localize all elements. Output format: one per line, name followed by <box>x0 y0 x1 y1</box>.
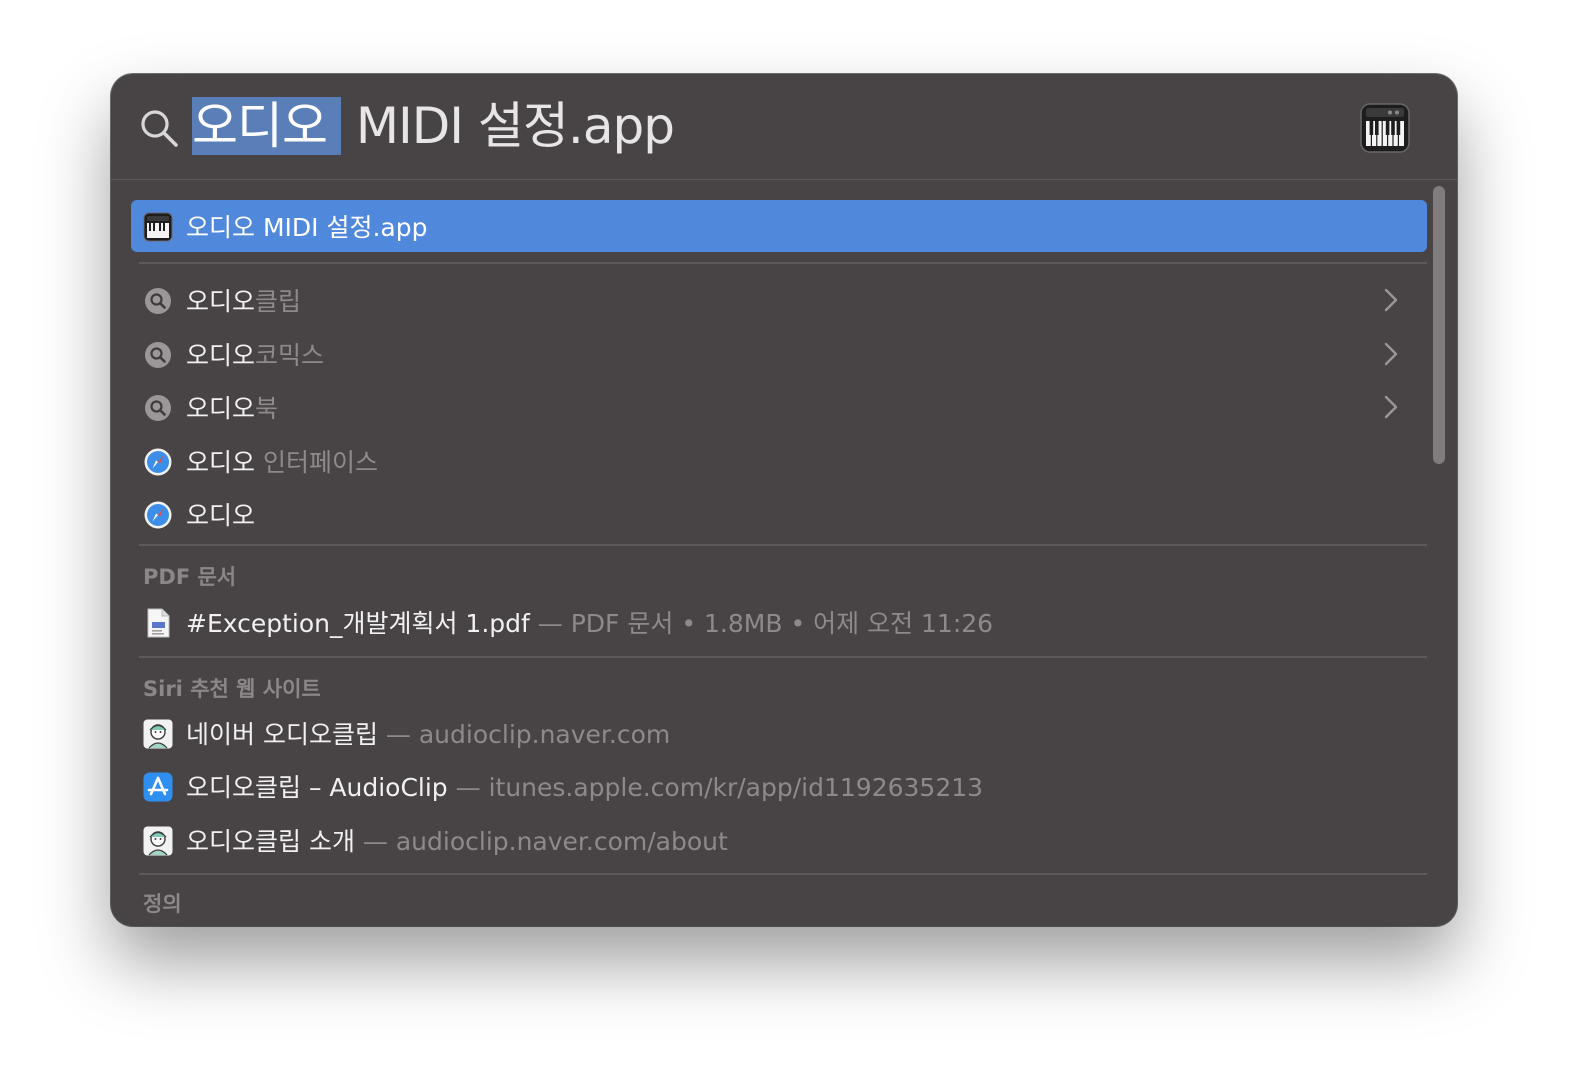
search-icon <box>141 110 178 147</box>
search-suggestion-icon <box>145 395 171 421</box>
safari-icon <box>144 448 172 476</box>
section-title-pdf: PDF 문서 <box>143 565 237 589</box>
suggestion-typed: 오디오 <box>186 341 256 370</box>
top-hit-row[interactable]: 오디오 MIDI 설정.app <box>131 200 1427 252</box>
suggestion-completion: 코믹스 <box>255 341 325 370</box>
divider <box>139 873 1427 875</box>
suggestion-completion: 인터페이스 <box>255 448 378 477</box>
divider <box>139 262 1427 264</box>
chevron-right-icon <box>1384 342 1398 366</box>
search-query-selected: 오디오 <box>192 97 341 155</box>
audioclip-avatar-icon <box>143 719 173 749</box>
search-suggestion-icon <box>145 342 171 368</box>
pdf-result-row[interactable]: #Exception_개발계획서 1.pdf — PDF 문서 • 1.8MB … <box>131 596 1427 648</box>
audioclip-avatar-icon <box>143 826 173 856</box>
site-name: 네이버 오디오클립 <box>186 720 378 749</box>
site-name: 오디오클립 소개 <box>186 827 355 856</box>
suggestion-typed: 오디오 <box>186 448 256 477</box>
safari-icon <box>144 501 172 529</box>
suggestion-completion: 클립 <box>255 287 302 316</box>
chevron-right-icon <box>1384 288 1398 312</box>
suggestion-typed: 오디오 <box>186 394 256 423</box>
chevron-right-icon <box>1384 395 1398 419</box>
siri-site-row[interactable]: 네이버 오디오클립 — audioclip.naver.com <box>131 707 1427 759</box>
web-suggestion-row[interactable]: 오디오 인터페이스 <box>131 435 1427 487</box>
spotlight-panel: 오디오 MIDI 설정.app 오디오 MIDI 설정.app 오디오클립 오디… <box>111 74 1457 926</box>
search-suggestion-icon <box>145 288 171 314</box>
site-url: — audioclip.naver.com <box>377 720 671 749</box>
pdf-document-icon <box>147 608 170 638</box>
suggestion-typed: 오디오 <box>186 287 256 316</box>
suggestion-typed: 오디오 <box>186 501 256 530</box>
results-list: 오디오 MIDI 설정.app 오디오클립 오디오코믹스 오디오북 오디오 인터… <box>111 180 1457 926</box>
siri-site-row[interactable]: 오디오클립 – AudioClip — itunes.apple.com/kr/… <box>131 760 1427 812</box>
search-query-completion: MIDI 설정.app <box>341 97 675 155</box>
section-title-definition: 정의 <box>143 892 182 916</box>
suggestion-row[interactable]: 오디오코믹스 <box>131 328 1427 380</box>
pdf-file-name: #Exception_개발계획서 1.pdf <box>186 609 530 638</box>
site-url: — audioclip.naver.com/about <box>354 827 728 856</box>
search-bar[interactable]: 오디오 MIDI 설정.app <box>111 74 1457 180</box>
suggestion-row[interactable]: 오디오클립 <box>131 274 1427 326</box>
pdf-file-details: — PDF 문서 • 1.8MB • 어제 오전 11:26 <box>529 609 994 638</box>
site-name: 오디오클립 – AudioClip <box>186 773 448 802</box>
divider <box>139 544 1427 546</box>
section-title-siri: Siri 추천 웹 사이트 <box>143 677 321 701</box>
search-input[interactable]: 오디오 MIDI 설정.app <box>192 96 675 156</box>
site-url: — itunes.apple.com/kr/app/id1192635213 <box>447 773 984 802</box>
siri-site-row[interactable]: 오디오클립 소개 — audioclip.naver.com/about <box>131 814 1427 866</box>
divider <box>139 656 1427 658</box>
web-suggestion-row[interactable]: 오디오 <box>131 488 1427 540</box>
piano-keyboard-icon <box>143 212 173 242</box>
top-hit-label: 오디오 MIDI 설정.app <box>186 213 428 242</box>
suggestion-completion: 북 <box>255 394 279 423</box>
piano-keyboard-icon <box>1360 103 1410 153</box>
suggestion-row[interactable]: 오디오북 <box>131 381 1427 433</box>
app-store-icon <box>143 772 173 802</box>
